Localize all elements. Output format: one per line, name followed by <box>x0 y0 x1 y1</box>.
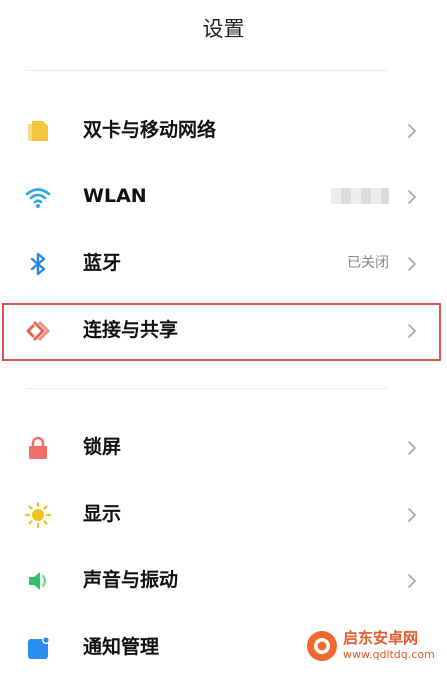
settings-item-lock-screen[interactable]: 锁屏 <box>0 414 447 480</box>
wifi-icon <box>25 188 51 208</box>
bluetooth-icon <box>30 252 46 276</box>
divider <box>26 388 388 389</box>
connected-network-blurred <box>331 188 389 204</box>
chevron-right-icon <box>408 190 416 204</box>
watermark-text: 启东安卓网 <box>343 629 419 647</box>
chevron-right-icon <box>408 441 416 455</box>
settings-item-display[interactable]: 显示 <box>0 481 447 547</box>
settings-item-sound-vibration[interactable]: 声音与振动 <box>0 547 447 613</box>
settings-item-label: WLAN <box>83 185 147 207</box>
chevron-right-icon <box>408 257 416 271</box>
settings-item-label: 通知管理 <box>83 636 160 658</box>
chevron-right-icon <box>408 124 416 138</box>
divider <box>26 70 388 71</box>
page-title: 设置 <box>202 17 245 41</box>
settings-item-label: 声音与振动 <box>83 569 179 591</box>
notification-icon <box>28 636 50 659</box>
chevron-right-icon <box>408 508 416 522</box>
settings-item-label: 锁屏 <box>83 436 122 458</box>
watermark-url: www.qdltdq.com <box>343 648 435 661</box>
settings-item-label: 双卡与移动网络 <box>83 119 217 141</box>
bluetooth-status: 已关闭 <box>347 255 389 271</box>
lock-icon <box>29 436 47 459</box>
settings-item-label: 显示 <box>83 503 122 525</box>
settings-item-bluetooth[interactable]: 蓝牙 已关闭 <box>0 230 447 296</box>
settings-item-dual-sim[interactable]: 双卡与移动网络 <box>0 97 447 163</box>
speaker-icon <box>29 572 47 590</box>
sim-card-icon <box>28 121 48 141</box>
highlight-box <box>2 303 441 361</box>
site-watermark: 启东安卓网 www.qdltdq.com <box>305 627 441 667</box>
sun-icon <box>24 501 52 529</box>
site-logo-icon <box>307 631 337 661</box>
settings-item-label: 蓝牙 <box>83 252 122 274</box>
chevron-right-icon <box>408 574 416 588</box>
settings-item-wlan[interactable]: WLAN <box>0 163 447 229</box>
